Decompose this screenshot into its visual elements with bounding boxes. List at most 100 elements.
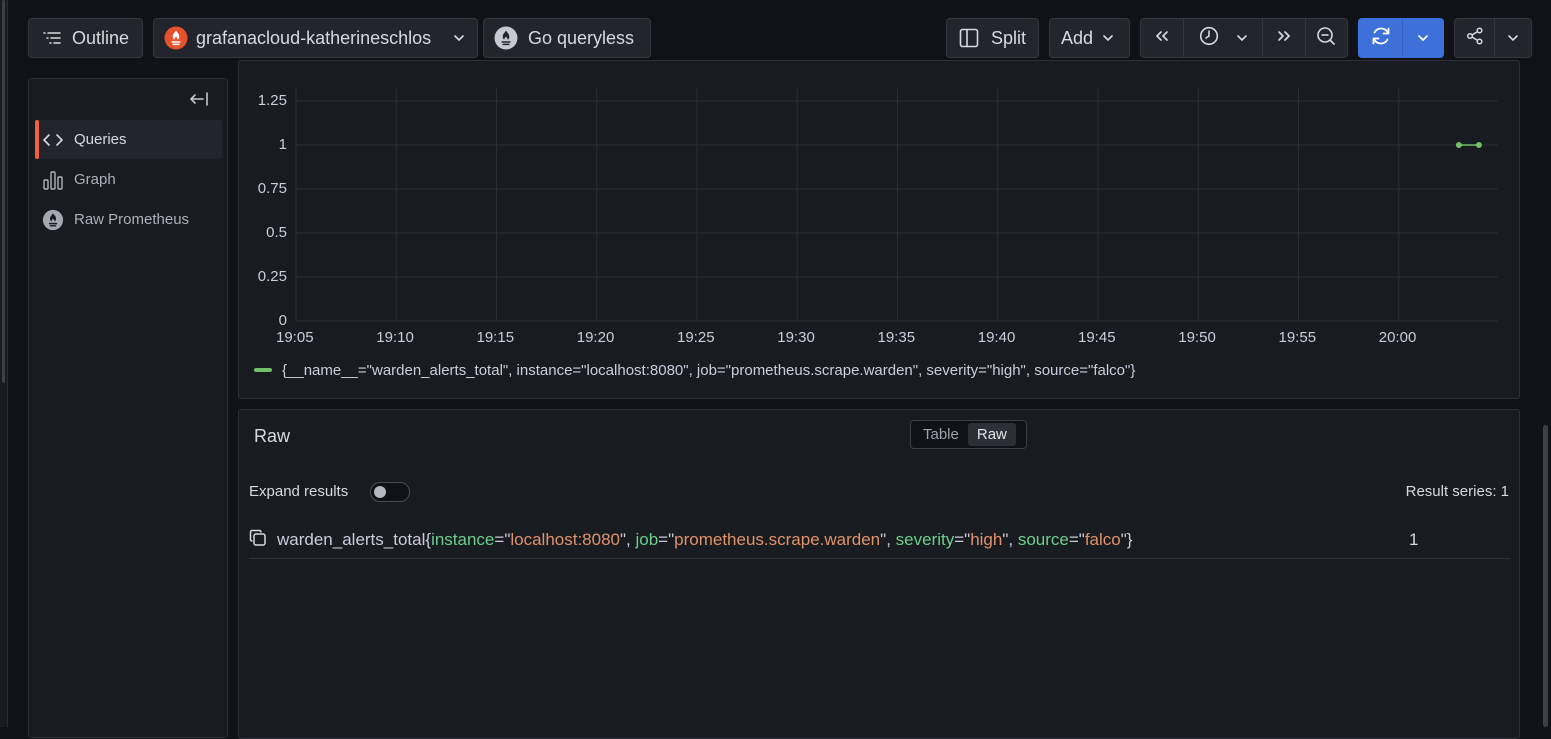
left-scrollbar-track	[0, 0, 8, 727]
refresh-interval-button[interactable]	[1403, 19, 1443, 57]
x-tick-label: 19:05	[276, 329, 314, 346]
label-key: instance	[431, 530, 495, 549]
metric-name: warden_alerts_total	[277, 530, 426, 549]
view-option-raw[interactable]: Raw	[967, 423, 1016, 446]
expand-results-toggle[interactable]	[370, 482, 410, 502]
label-key: job	[635, 530, 659, 549]
content-outline-sidebar: Queries Graph Raw Prometheus	[28, 78, 228, 738]
equals-quote: ="	[1068, 530, 1085, 549]
share-controls	[1454, 18, 1532, 58]
shift-back-button[interactable]	[1141, 19, 1185, 57]
brace: }	[1126, 530, 1133, 549]
view-mode-toggle: Table Raw	[910, 420, 1027, 449]
x-tick-label: 19:40	[977, 329, 1016, 346]
sidebar-item-label: Raw Prometheus	[74, 211, 190, 228]
time-series-chart[interactable]	[238, 60, 1520, 330]
x-tick-label: 19:25	[677, 329, 715, 346]
collapse-arrow-icon[interactable]	[188, 91, 210, 112]
y-tick-label: 0.75	[257, 180, 287, 197]
list-icon	[42, 31, 62, 45]
result-series-count: Result series: 1	[1405, 483, 1509, 500]
prometheus-icon	[42, 209, 64, 231]
code-icon	[42, 129, 64, 151]
go-queryless-button[interactable]: Go queryless	[483, 18, 651, 58]
zoom-out-button[interactable]	[1306, 19, 1347, 57]
x-tick-label: 19:15	[476, 329, 515, 346]
equals-quote: ="	[658, 530, 675, 549]
quote-separator: ",	[1002, 530, 1018, 549]
sidebar-item-graph[interactable]: Graph	[35, 160, 222, 199]
sidebar-item-label: Graph	[74, 171, 116, 188]
time-picker-button[interactable]	[1184, 19, 1264, 57]
double-chevron-right-icon	[1276, 29, 1292, 47]
label-value: prometheus.scrape.warden	[674, 530, 881, 549]
chevron-down-icon	[453, 34, 465, 42]
outline-button[interactable]: Outline	[28, 18, 143, 58]
y-tick-label: 0	[278, 312, 287, 329]
double-chevron-left-icon	[1154, 29, 1170, 47]
toggle-knob	[374, 486, 386, 498]
prometheus-icon	[494, 26, 518, 50]
chevron-down-icon	[1236, 29, 1248, 47]
active-indicator	[35, 120, 39, 159]
left-scrollbar-thumb[interactable]	[2, 0, 5, 383]
quote-separator: ",	[880, 530, 896, 549]
quote-separator: ",	[620, 530, 636, 549]
datasource-picker[interactable]: grafanacloud-katherineschlos	[153, 18, 478, 58]
add-label: Add	[1061, 27, 1094, 48]
x-tick-label: 19:30	[777, 329, 815, 346]
y-tick-label: 0.25	[257, 268, 287, 285]
share-button[interactable]	[1455, 19, 1496, 57]
split-label: Split	[991, 27, 1027, 48]
raw-panel: Raw Table Raw Expand results Result seri…	[238, 409, 1520, 739]
split-columns-icon	[959, 28, 979, 48]
refresh-icon	[1370, 25, 1392, 52]
legend-label: {__name__="warden_alerts_total", instanc…	[282, 361, 1136, 379]
sidebar-item-raw-prometheus[interactable]: Raw Prometheus	[35, 200, 222, 239]
go-queryless-label: Go queryless	[528, 27, 635, 48]
bar-chart-icon	[42, 169, 64, 191]
legend-swatch	[254, 368, 272, 372]
x-tick-label: 20:00	[1378, 329, 1417, 346]
label-value: high	[970, 530, 1003, 549]
chevron-down-icon	[1102, 34, 1114, 42]
chevron-down-icon	[1417, 29, 1429, 47]
raw-panel-title: Raw	[254, 426, 291, 446]
time-range-controls	[1140, 18, 1348, 58]
x-tick-label: 19:55	[1278, 329, 1317, 346]
shift-forward-button[interactable]	[1263, 19, 1306, 57]
expand-results-label: Expand results	[249, 483, 349, 500]
view-option-table[interactable]: Table	[914, 423, 968, 446]
x-tick-label: 19:20	[576, 329, 615, 346]
prometheus-logo-icon	[164, 26, 188, 50]
datasource-name: grafanacloud-katherineschlos	[196, 27, 432, 48]
series-value: 1	[1409, 530, 1419, 549]
y-tick-label: 1.25	[257, 92, 287, 109]
y-tick-label: 0.5	[266, 224, 287, 241]
clock-icon	[1199, 26, 1219, 51]
right-scrollbar-thumb[interactable]	[1543, 425, 1548, 727]
data-point[interactable]	[1475, 142, 1482, 148]
label-value: falco	[1084, 530, 1121, 549]
zoom-out-icon	[1316, 26, 1336, 51]
equals-quote: ="	[954, 530, 971, 549]
add-button[interactable]: Add	[1049, 18, 1130, 58]
share-icon	[1466, 26, 1484, 50]
sidebar-item-queries[interactable]: Queries	[35, 120, 222, 159]
copy-icon[interactable]	[249, 529, 267, 552]
refresh-button[interactable]	[1359, 19, 1404, 57]
x-tick-label: 19:45	[1078, 329, 1116, 346]
split-button[interactable]: Split	[946, 18, 1039, 58]
sidebar-item-label: Queries	[74, 131, 127, 148]
label-value: localhost:8080	[510, 530, 620, 549]
label-key: source	[1017, 530, 1069, 549]
x-tick-label: 19:50	[1178, 329, 1216, 346]
chevron-down-icon	[1507, 29, 1519, 47]
y-tick-label: 1	[278, 136, 287, 153]
share-options-button[interactable]	[1495, 19, 1531, 57]
legend-item[interactable]: {__name__="warden_alerts_total", instanc…	[254, 360, 1135, 380]
series-expression: warden_alerts_total{instance="localhost:…	[277, 530, 1132, 550]
x-tick-label: 19:10	[376, 329, 414, 346]
x-tick-label: 19:35	[877, 329, 916, 346]
data-point[interactable]	[1455, 142, 1462, 148]
